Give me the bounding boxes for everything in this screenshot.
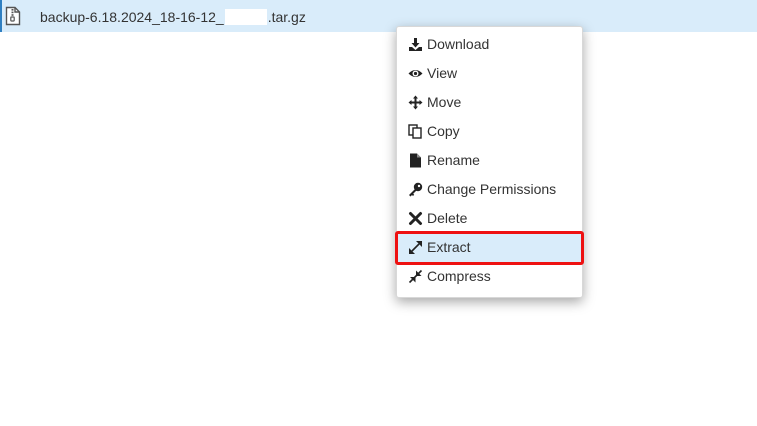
eye-icon (408, 66, 423, 81)
menu-item-move[interactable]: Move (397, 88, 582, 117)
menu-item-label: Move (427, 94, 462, 110)
menu-item-label: Copy (427, 123, 460, 139)
menu-item-label: Rename (427, 152, 480, 168)
context-menu: Download View Move Copy Rename Change Pe… (396, 26, 583, 298)
menu-item-view[interactable]: View (397, 59, 582, 88)
x-icon (408, 211, 423, 226)
menu-item-download[interactable]: Download (397, 30, 582, 59)
menu-item-rename[interactable]: Rename (397, 146, 582, 175)
menu-item-label: Delete (427, 210, 468, 226)
file-icon (408, 153, 423, 168)
menu-item-label: Compress (427, 268, 491, 284)
download-icon (408, 37, 423, 52)
menu-item-label: Download (427, 36, 490, 52)
archive-file-icon (5, 6, 21, 26)
menu-item-copy[interactable]: Copy (397, 117, 582, 146)
file-name[interactable]: backup-6.18.2024_18-16-12_ .tar.gz (40, 8, 306, 26)
copy-icon (408, 124, 423, 139)
menu-item-change-permissions[interactable]: Change Permissions (397, 175, 582, 204)
menu-item-extract[interactable]: Extract (397, 233, 582, 262)
menu-item-compress[interactable]: Compress (397, 262, 582, 291)
compress-icon (408, 269, 423, 284)
menu-item-label: Extract (427, 239, 471, 255)
redacted-segment (224, 9, 267, 25)
key-icon (408, 182, 423, 197)
file-name-prefix: backup-6.18.2024_18-16-12_ (40, 9, 224, 25)
menu-item-label: View (427, 65, 458, 81)
menu-item-label: Change Permissions (427, 181, 557, 197)
expand-icon (408, 240, 423, 255)
file-row[interactable]: backup-6.18.2024_18-16-12_ .tar.gz (0, 0, 757, 32)
move-arrows-icon (408, 95, 423, 110)
menu-item-delete[interactable]: Delete (397, 204, 582, 233)
file-name-suffix: .tar.gz (267, 9, 306, 25)
